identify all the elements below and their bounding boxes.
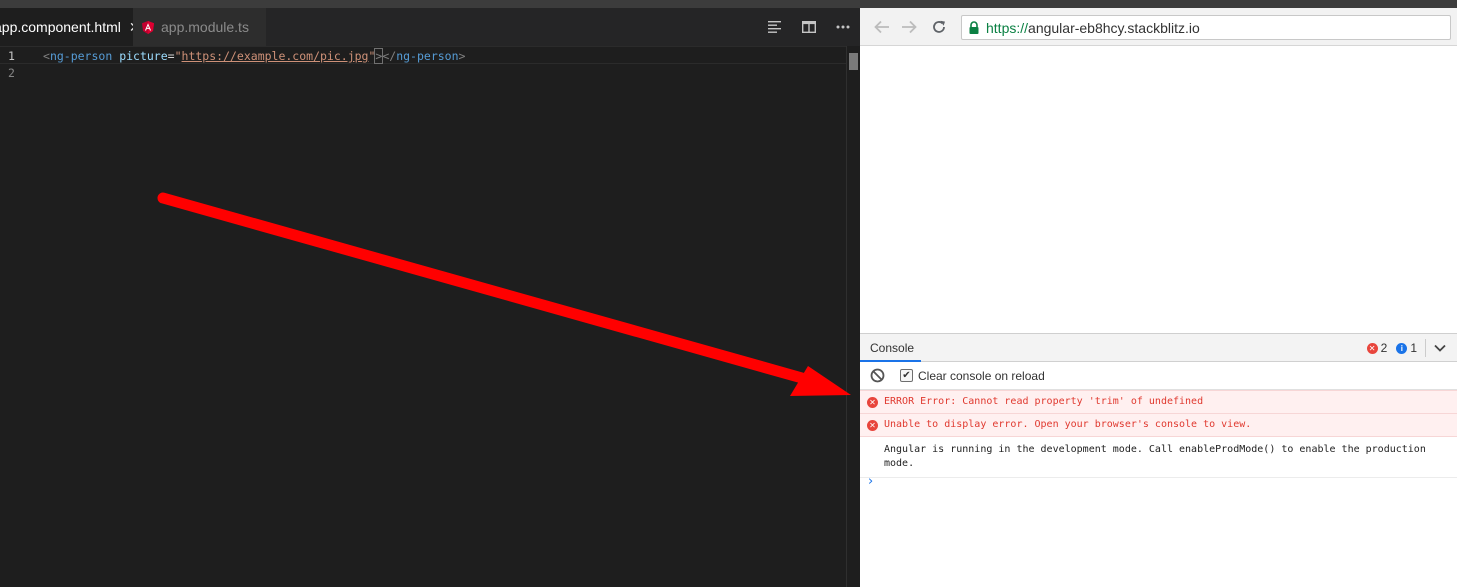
browser-preview: https://angular-eb8hcy.stackblitz.io Con… <box>860 8 1457 587</box>
code-line: 1 <ng-person picture="https://example.co… <box>0 46 846 64</box>
error-count: 2 <box>1380 341 1388 355</box>
end-tag-close: > <box>458 49 466 63</box>
error-count-badge[interactable]: ✕ 2 <box>1366 341 1388 355</box>
page-viewport <box>860 46 1457 333</box>
end-tag-name: ng-person <box>396 49 459 63</box>
angular-icon <box>142 20 154 34</box>
info-count-badge[interactable]: i1 <box>1396 341 1417 355</box>
tab-console[interactable]: Console <box>860 334 921 362</box>
reload-icon[interactable] <box>926 14 952 40</box>
message-text: Angular is running in the development mo… <box>884 444 1426 469</box>
browser-toolbar: https://angular-eb8hcy.stackblitz.io <box>860 8 1457 46</box>
line-source: <ng-person picture="https://example.com/… <box>43 47 465 65</box>
clear-on-reload-checkbox[interactable]: ✔ <box>900 369 913 382</box>
tab-app-module-ts[interactable]: app.module.ts <box>133 8 266 46</box>
format-icon[interactable] <box>758 8 792 46</box>
tag-open-bracket: < <box>43 49 50 63</box>
tab-label: app.component.html <box>0 19 121 35</box>
tab-app-component-html[interactable]: app.component.html ✕ <box>0 8 133 46</box>
tag-name: ng-person <box>49 49 113 63</box>
line-number: 1 <box>8 49 15 63</box>
scrollbar-thumb[interactable] <box>849 53 858 70</box>
console-tab-bar: Console ✕ 2 i1 <box>860 334 1457 362</box>
console-log-message: Angular is running in the development mo… <box>860 437 1457 478</box>
back-arrow-icon[interactable] <box>869 14 895 40</box>
error-icon: ✕ <box>867 420 878 431</box>
console-panel: Console ✕ 2 i1 ✔ Clear console on reload … <box>860 333 1457 587</box>
info-icon: i <box>1396 342 1408 354</box>
split-editor-icon[interactable] <box>792 8 826 46</box>
url-host: angular-eb8hcy.stackblitz.io <box>1028 19 1200 36</box>
chevron-down-icon[interactable] <box>1431 338 1449 358</box>
clear-console-icon[interactable] <box>869 368 885 384</box>
lock-icon <box>969 20 979 34</box>
window-top-strip <box>0 0 1457 8</box>
code-area[interactable]: 1 <ng-person picture="https://example.co… <box>0 46 846 587</box>
forward-arrow-icon[interactable] <box>896 14 922 40</box>
line-number: 2 <box>8 66 15 80</box>
console-toolbar: ✔ Clear console on reload <box>860 362 1457 390</box>
info-count: 1 <box>1410 341 1417 355</box>
message-counts[interactable]: ✕ 2 i1 <box>1358 334 1417 362</box>
clear-on-reload-label: Clear console on reload <box>918 368 1045 383</box>
editor-scrollbar[interactable] <box>846 46 860 587</box>
attribute-name: picture <box>119 49 168 63</box>
editor-actions <box>758 8 860 46</box>
attribute-value: https://example.com/pic.jpg <box>181 49 369 63</box>
code-line: 2 <box>0 64 846 82</box>
quote-open: " <box>174 49 182 63</box>
end-tag-open: </ <box>382 49 397 63</box>
error-icon: ✕ <box>1366 342 1378 354</box>
more-icon[interactable] <box>826 8 860 46</box>
code-editor: app.component.html ✕ app.module.ts <box>0 8 860 587</box>
url-scheme: https:// <box>986 19 1029 36</box>
editor-tab-bar: app.component.html ✕ app.module.ts <box>0 8 860 46</box>
tab-label: app.module.ts <box>161 19 249 35</box>
error-icon: ✕ <box>867 397 878 408</box>
message-text: ERROR Error: Cannot read property 'trim'… <box>884 396 1204 407</box>
message-text: Unable to display error. Open your brows… <box>884 419 1252 430</box>
console-prompt[interactable]: › <box>868 474 873 489</box>
console-error-message: ✕ Unable to display error. Open your bro… <box>860 413 1457 437</box>
equals-sign: = <box>167 49 175 63</box>
address-bar[interactable]: https://angular-eb8hcy.stackblitz.io <box>961 15 1451 40</box>
console-error-message: ✕ ERROR Error: Cannot read property 'tri… <box>860 390 1457 414</box>
divider <box>1425 339 1426 357</box>
